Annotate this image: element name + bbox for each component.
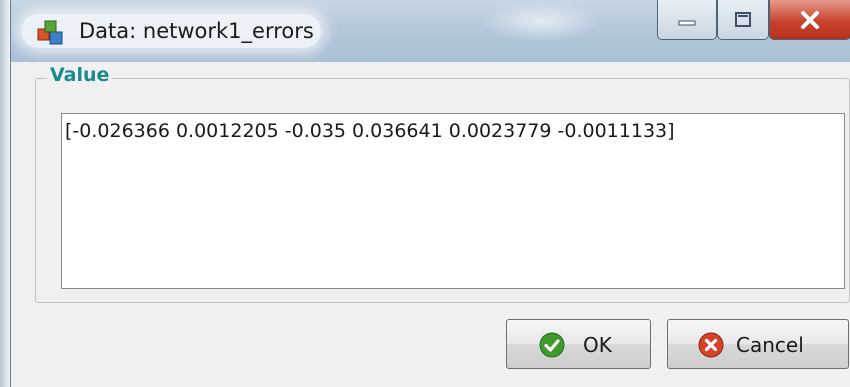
title-streak xyxy=(481,0,601,42)
maximize-icon xyxy=(735,11,751,27)
check-icon xyxy=(539,332,565,358)
window-title: Data: network1_errors xyxy=(79,19,314,43)
background-window-edge xyxy=(0,0,10,387)
close-icon xyxy=(801,10,819,29)
cancel-x-icon xyxy=(698,332,724,358)
value-textarea[interactable]: [-0.026366 0.0012205 -0.035 0.036641 0.0… xyxy=(61,113,845,289)
app-cubes-icon xyxy=(37,20,63,45)
dialog-window: Data: network1_errors Value [-0.026366 0… xyxy=(10,0,850,387)
close-button[interactable] xyxy=(769,0,850,40)
ok-button[interactable]: OK xyxy=(506,319,651,369)
cancel-label: Cancel xyxy=(736,333,804,357)
cancel-button[interactable]: Cancel xyxy=(667,319,849,369)
maximize-button[interactable] xyxy=(717,0,769,40)
value-text: [-0.026366 0.0012205 -0.035 0.036641 0.0… xyxy=(65,120,675,142)
minimize-button[interactable] xyxy=(657,0,717,40)
value-legend: Value xyxy=(47,64,113,86)
minimize-icon xyxy=(678,20,696,25)
ok-label: OK xyxy=(583,333,612,357)
title-bar[interactable]: Data: network1_errors xyxy=(11,0,850,62)
